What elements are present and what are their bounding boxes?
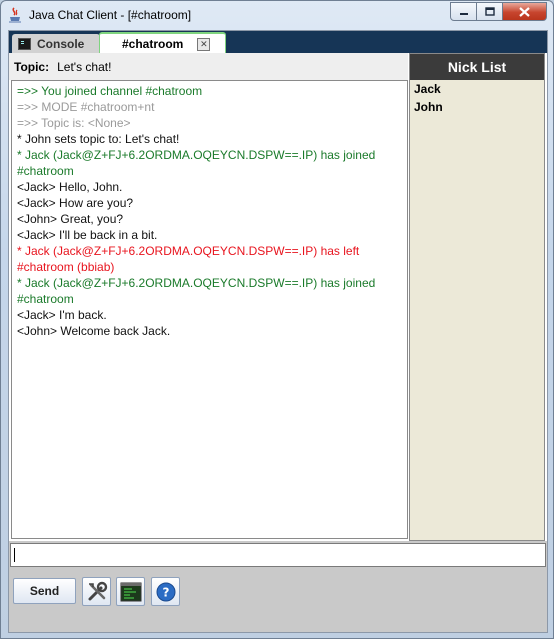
tab-chatroom-label: #chatroom: [122, 37, 184, 51]
message-line: * Jack (Jack@Z+FJ+6.2ORDMA.OQEYCN.DSPW==…: [17, 276, 376, 290]
nick-list-panel: Nick List Jack John: [409, 53, 545, 541]
title-bar[interactable]: Java Chat Client - [#chatroom]: [1, 1, 553, 29]
terminal-icon: [120, 582, 141, 601]
client-area: Console #chatroom ✕ Topic: Let's chat! =…: [8, 30, 548, 633]
message-line: * John sets topic to: Let's chat!: [17, 132, 180, 146]
java-cup-icon: [9, 7, 21, 23]
nick-list-title: Nick List: [410, 54, 544, 80]
message-line: * Jack (Jack@Z+FJ+6.2ORDMA.OQEYCN.DSPW==…: [17, 244, 360, 258]
message-line: #chatroom (bbiab): [17, 260, 115, 274]
message-line: =>> You joined channel #chatroom: [17, 84, 203, 98]
message-line: <Jack> I'll be back in a bit.: [17, 228, 158, 242]
topic-bar: Topic: Let's chat!: [9, 53, 408, 80]
maximize-icon: [484, 7, 495, 16]
tab-console-label: Console: [37, 36, 85, 51]
message-line: <Jack> I'm back.: [17, 308, 107, 322]
settings-button[interactable]: [82, 577, 111, 606]
nick-item[interactable]: Jack: [410, 80, 544, 98]
window-title: Java Chat Client - [#chatroom]: [29, 8, 192, 22]
message-line: * Jack (Jack@Z+FJ+6.2ORDMA.OQEYCN.DSPW==…: [17, 148, 376, 162]
minimize-button[interactable]: [450, 2, 477, 21]
console-icon: [18, 37, 31, 50]
maximize-button[interactable]: [477, 2, 503, 21]
tab-chatroom[interactable]: #chatroom ✕: [99, 32, 226, 54]
topic-label: Topic:: [14, 59, 50, 74]
app-window: Java Chat Client - [#chatroom] Console #…: [0, 0, 554, 639]
message-line: =>> Topic is: <None>: [17, 116, 131, 130]
text-caret: [14, 548, 15, 562]
tab-close-icon[interactable]: ✕: [197, 37, 211, 51]
nick-item[interactable]: John: [410, 98, 544, 116]
chat-panel: Topic: Let's chat! =>> You joined channe…: [9, 53, 547, 541]
tab-console[interactable]: Console: [12, 34, 100, 53]
terminal-button[interactable]: [116, 577, 145, 606]
send-button[interactable]: Send: [13, 578, 76, 604]
message-line: =>> MODE #chatroom+nt: [17, 100, 155, 114]
message-line: <Jack> Hello, John.: [17, 180, 123, 194]
minimize-icon: [459, 12, 468, 15]
message-line: #chatroom: [17, 292, 74, 306]
message-line: <Jack> How are you?: [17, 196, 134, 210]
help-button[interactable]: ?: [151, 577, 180, 606]
settings-tools-icon: [88, 581, 107, 600]
message-line: <John> Welcome back Jack.: [17, 324, 171, 338]
close-button[interactable]: [503, 2, 547, 21]
tab-bar: Console #chatroom ✕: [9, 31, 547, 54]
message-line: <John> Great, you?: [17, 212, 124, 226]
close-icon: [519, 6, 530, 17]
message-line: #chatroom: [17, 164, 74, 178]
svg-text:?: ?: [162, 585, 169, 599]
topic-value: Let's chat!: [57, 59, 112, 74]
message-input[interactable]: [10, 543, 546, 567]
message-log[interactable]: =>> You joined channel #chatroom =>> MODE…: [11, 80, 408, 539]
help-icon: ?: [156, 582, 175, 601]
